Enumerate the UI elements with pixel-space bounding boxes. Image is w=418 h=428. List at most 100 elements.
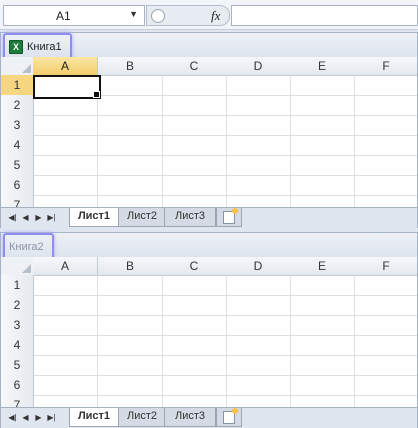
cell-d4[interactable] <box>226 335 291 356</box>
column-header-c[interactable]: C <box>162 57 227 76</box>
cell-e7[interactable] <box>290 395 355 407</box>
cell-d1[interactable] <box>226 275 291 296</box>
cell-a5[interactable] <box>33 155 98 176</box>
cell-e5[interactable] <box>290 155 355 176</box>
cell-d3[interactable] <box>226 315 291 336</box>
row-header-6[interactable]: 6 <box>1 175 34 196</box>
cell-b1[interactable] <box>98 275 163 296</box>
cell-f7[interactable] <box>354 195 417 207</box>
cell-f5[interactable] <box>354 155 417 176</box>
first-sheet-icon[interactable]: ◀| <box>7 211 18 224</box>
cell-a7[interactable] <box>33 395 98 407</box>
cell-d7[interactable] <box>226 195 291 207</box>
row-header-1[interactable]: 1 <box>1 275 34 296</box>
next-sheet-icon[interactable]: ▶ <box>33 211 44 224</box>
cell-c4[interactable] <box>162 135 227 156</box>
cell-d5[interactable] <box>226 355 291 376</box>
cell-e7[interactable] <box>290 195 355 207</box>
cell-e2[interactable] <box>290 295 355 316</box>
cell-e2[interactable] <box>290 95 355 116</box>
prev-sheet-icon[interactable]: ◀ <box>20 211 31 224</box>
cell-f3[interactable] <box>354 315 417 336</box>
column-header-d[interactable]: D <box>226 257 291 276</box>
column-header-e[interactable]: E <box>290 257 355 276</box>
column-header-f[interactable]: F <box>354 257 417 276</box>
column-header-b[interactable]: B <box>98 57 163 76</box>
fill-handle[interactable] <box>93 91 100 98</box>
cell-e6[interactable] <box>290 175 355 196</box>
cell-e3[interactable] <box>290 315 355 336</box>
cell-d3[interactable] <box>226 115 291 136</box>
cell-c6[interactable] <box>162 375 227 396</box>
chevron-down-icon[interactable]: ▼ <box>129 9 138 19</box>
cell-b4[interactable] <box>98 135 163 156</box>
cell-e3[interactable] <box>290 115 355 136</box>
last-sheet-icon[interactable]: ▶| <box>46 411 57 424</box>
cell-b1[interactable] <box>98 75 163 96</box>
row-header-1[interactable]: 1 <box>1 75 35 96</box>
cell-f6[interactable] <box>354 375 417 396</box>
cell-d5[interactable] <box>226 155 291 176</box>
column-header-e[interactable]: E <box>290 57 355 76</box>
formula-input[interactable] <box>231 5 418 26</box>
cell-c6[interactable] <box>162 175 227 196</box>
cell-e5[interactable] <box>290 355 355 376</box>
row-header-3[interactable]: 3 <box>1 315 34 336</box>
cell-b5[interactable] <box>98 155 163 176</box>
cell-f2[interactable] <box>354 95 417 116</box>
next-sheet-icon[interactable]: ▶ <box>33 411 44 424</box>
cell-a6[interactable] <box>33 375 98 396</box>
cell-f1[interactable] <box>354 75 417 96</box>
cell-f2[interactable] <box>354 295 417 316</box>
insert-worksheet-button[interactable] <box>216 408 242 427</box>
cell-a3[interactable] <box>33 315 98 336</box>
cell-c2[interactable] <box>162 95 227 116</box>
cell-e1[interactable] <box>290 275 355 296</box>
cell-a6[interactable] <box>33 175 98 196</box>
cell-e4[interactable] <box>290 335 355 356</box>
cell-c7[interactable] <box>162 395 227 407</box>
cell-a2[interactable] <box>33 295 98 316</box>
cell-b5[interactable] <box>98 355 163 376</box>
cell-d6[interactable] <box>226 375 291 396</box>
cell-b3[interactable] <box>98 315 163 336</box>
cell-c1[interactable] <box>162 275 227 296</box>
cell-a4[interactable] <box>33 135 98 156</box>
cell-c5[interactable] <box>162 155 227 176</box>
cell-b2[interactable] <box>98 95 163 116</box>
column-header-f[interactable]: F <box>354 57 417 76</box>
cell-c2[interactable] <box>162 295 227 316</box>
cell-f6[interactable] <box>354 175 417 196</box>
cell-a3[interactable] <box>33 115 98 136</box>
cell-c3[interactable] <box>162 315 227 336</box>
cell-f5[interactable] <box>354 355 417 376</box>
cell-d7[interactable] <box>226 395 291 407</box>
name-box[interactable]: A1 ▼ <box>3 5 145 26</box>
row-header-5[interactable]: 5 <box>1 155 34 176</box>
select-all-button[interactable] <box>1 257 34 276</box>
cell-e1[interactable] <box>290 75 355 96</box>
cell-b4[interactable] <box>98 335 163 356</box>
cell-f1[interactable] <box>354 275 417 296</box>
cell-c5[interactable] <box>162 355 227 376</box>
sheet-tab-2[interactable]: Лист2 <box>117 408 167 427</box>
row-header-5[interactable]: 5 <box>1 355 34 376</box>
cell-b2[interactable] <box>98 295 163 316</box>
cell-a7[interactable] <box>33 195 98 207</box>
select-all-button[interactable] <box>1 57 34 76</box>
cell-d6[interactable] <box>226 175 291 196</box>
last-sheet-icon[interactable]: ▶| <box>46 211 57 224</box>
cell-d2[interactable] <box>226 295 291 316</box>
cell-f4[interactable] <box>354 335 417 356</box>
sheet-tab-3[interactable]: Лист3 <box>164 208 216 227</box>
row-header-7[interactable]: 7 <box>1 195 34 207</box>
column-header-a[interactable]: A <box>33 57 98 77</box>
column-header-c[interactable]: C <box>162 257 227 276</box>
sheet-tab-1[interactable]: Лист1 <box>69 408 119 427</box>
cell-a4[interactable] <box>33 335 98 356</box>
cell-a5[interactable] <box>33 355 98 376</box>
cell-f3[interactable] <box>354 115 417 136</box>
row-header-4[interactable]: 4 <box>1 335 34 356</box>
cell-c1[interactable] <box>162 75 227 96</box>
cell-d2[interactable] <box>226 95 291 116</box>
